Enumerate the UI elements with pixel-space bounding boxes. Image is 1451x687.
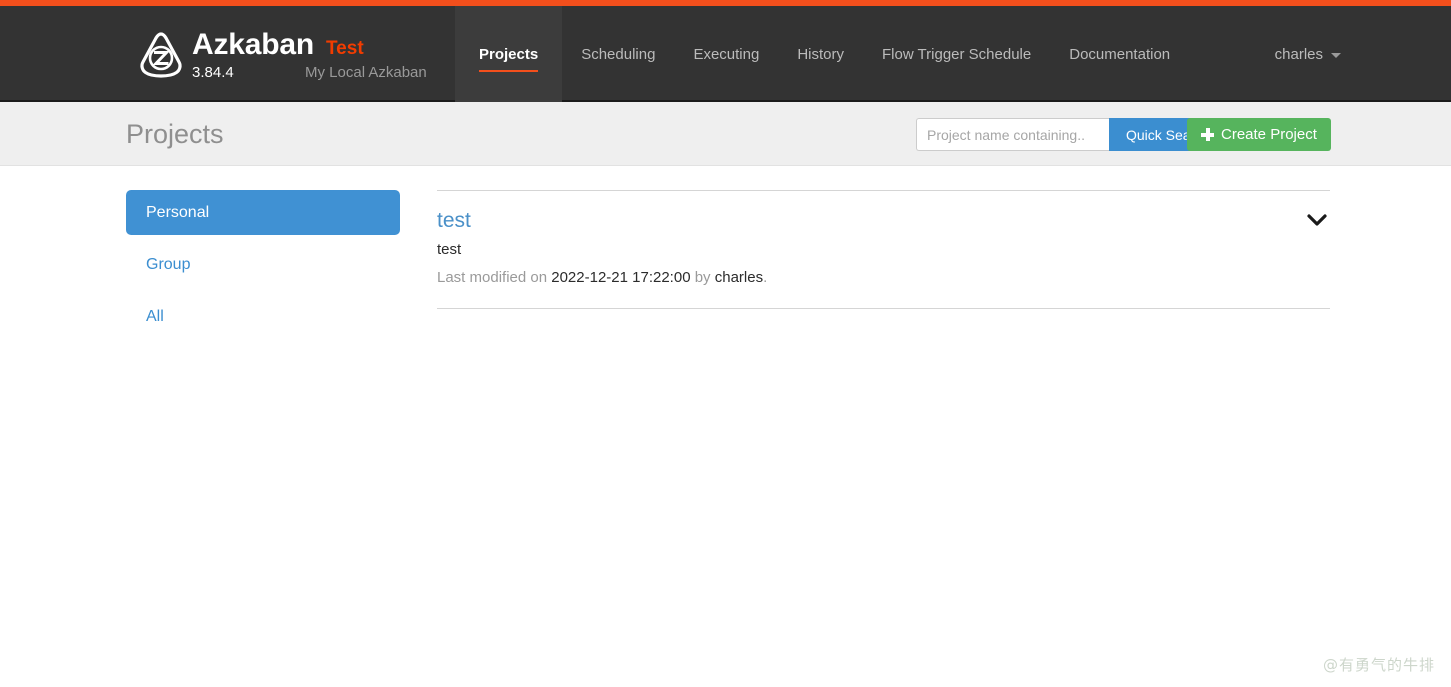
project-meta-by: by (694, 269, 711, 286)
page-title: Projects (126, 119, 224, 149)
sidebar-item-personal[interactable]: Personal (126, 190, 400, 235)
active-tab-underline (479, 70, 539, 72)
brand-subtitle: My Local Azkaban (305, 64, 427, 81)
primary-navigation: Projects Scheduling Executing History Fl… (455, 6, 1189, 102)
caret-down-icon (1331, 52, 1341, 58)
sidebar-item-label: Group (146, 256, 191, 273)
project-owner: charles (714, 269, 764, 286)
project-filter-sidebar: Personal Group All (126, 190, 400, 346)
user-menu-label: charles (1274, 45, 1323, 63)
sidebar-item-all[interactable]: All (126, 294, 400, 339)
azkaban-logo-icon (140, 32, 182, 78)
project-meta-prefix: Last modified on (437, 269, 548, 286)
user-menu[interactable]: charles (1275, 6, 1341, 102)
project-modified-timestamp: 2022-12-21 17:22:00 (551, 269, 691, 286)
project-description: test (437, 241, 462, 258)
nav-item-projects[interactable]: Projects (455, 6, 563, 102)
sidebar-item-label: All (146, 308, 164, 325)
sidebar-item-group[interactable]: Group (126, 242, 400, 287)
nav-item-label: Flow Trigger Schedule (881, 45, 1032, 63)
nav-item-history[interactable]: History (778, 6, 863, 102)
page-content: Personal Group All test test Last modifi… (0, 166, 1451, 687)
create-project-label: Create Project (1221, 126, 1317, 143)
project-name-link[interactable]: test (437, 208, 471, 234)
nav-item-documentation[interactable]: Documentation (1050, 6, 1189, 102)
plus-icon (1201, 128, 1214, 141)
brand-environment-label: Test (325, 38, 364, 59)
brand-version: 3.84.4 (192, 64, 234, 81)
nav-item-label: History (797, 45, 844, 63)
main-navbar: Azkaban Test 3.84.4 My Local Azkaban Pro… (0, 6, 1451, 102)
nav-item-label: Scheduling (581, 45, 656, 63)
chevron-down-icon[interactable] (1306, 213, 1328, 227)
project-list-item: test test Last modified on 2022-12-21 17… (437, 190, 1330, 309)
project-search-group: Quick Search Create Project (916, 118, 1331, 151)
project-list: test test Last modified on 2022-12-21 17… (437, 190, 1330, 309)
nav-item-label: Projects (479, 45, 539, 63)
search-input[interactable] (916, 118, 1109, 151)
project-metadata: Last modified on 2022-12-21 17:22:00 by … (437, 268, 1330, 288)
brand-name: Azkaban (192, 28, 314, 61)
nav-item-flow-trigger-schedule[interactable]: Flow Trigger Schedule (863, 6, 1050, 102)
sidebar-item-label: Personal (146, 204, 210, 221)
page-subheader: Projects Quick Search Create Project (0, 102, 1451, 166)
nav-item-scheduling[interactable]: Scheduling (562, 6, 674, 102)
nav-item-executing[interactable]: Executing (674, 6, 778, 102)
nav-item-label: Documentation (1069, 45, 1171, 63)
create-project-button[interactable]: Create Project (1187, 118, 1331, 151)
watermark: @有勇气的牛排 (1322, 656, 1435, 674)
brand-block[interactable]: Azkaban Test 3.84.4 My Local Azkaban (136, 28, 427, 81)
project-meta-suffix: . (763, 269, 768, 286)
nav-item-label: Executing (693, 45, 760, 63)
